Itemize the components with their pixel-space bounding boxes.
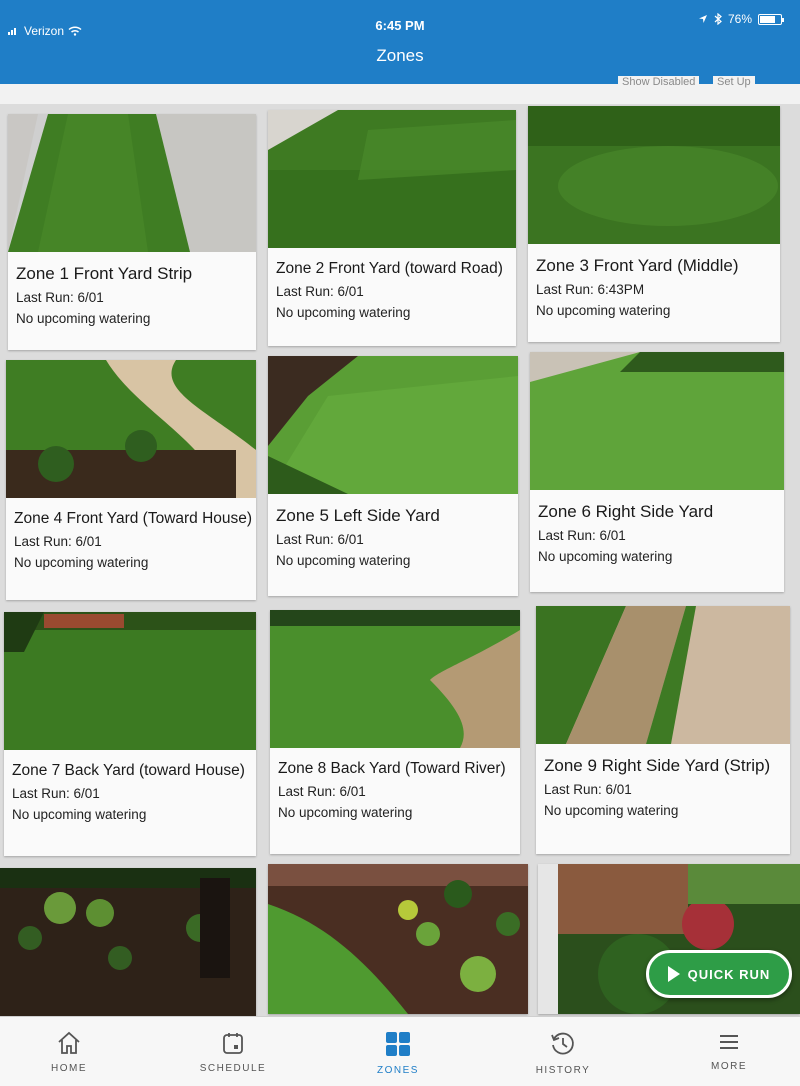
zone-name: Zone 4 Front Yard (Toward House) (14, 510, 253, 527)
zone-last-run: Last Run: 6/01 (14, 534, 102, 549)
zone-upcoming: No upcoming watering (16, 311, 151, 326)
status-right: 76% (698, 12, 784, 26)
zone-card-11[interactable] (268, 864, 528, 1014)
battery-percent: 76% (727, 12, 752, 26)
home-icon (58, 1031, 80, 1054)
zone-photo (268, 864, 528, 1014)
zone-card-2[interactable]: Zone 2 Front Yard (toward Road) Last Run… (268, 110, 516, 346)
zone-last-run: Last Run: 6/01 (16, 290, 104, 305)
tab-zones[interactable]: ZONES (343, 1031, 453, 1076)
zone-upcoming: No upcoming watering (278, 805, 413, 820)
tab-history[interactable]: HISTORY (508, 1031, 618, 1076)
tab-label: SCHEDULE (199, 1063, 267, 1074)
tab-label: HISTORY (535, 1065, 591, 1076)
zone-card-5[interactable]: Zone 5 Left Side Yard Last Run: 6/01 No … (268, 356, 518, 596)
zone-photo (4, 612, 256, 750)
zone-name: Zone 7 Back Yard (toward House) (12, 762, 245, 779)
page-title: Zones (376, 46, 424, 65)
bluetooth-icon (714, 13, 722, 25)
zone-photo (6, 360, 256, 498)
status-time: 6:45 PM (375, 18, 425, 33)
zone-upcoming: No upcoming watering (12, 807, 147, 822)
zone-name: Zone 8 Back Yard (Toward River) (278, 760, 506, 777)
tab-label: ZONES (377, 1065, 419, 1076)
zone-name: Zone 2 Front Yard (toward Road) (276, 260, 503, 277)
zone-card-8[interactable]: Zone 8 Back Yard (Toward River) Last Run… (270, 610, 520, 854)
zone-photo (528, 106, 780, 244)
quick-run-label: QUICK RUN (687, 966, 771, 982)
tab-label: HOME (51, 1063, 87, 1074)
zone-upcoming: No upcoming watering (276, 553, 411, 568)
zone-card-4[interactable]: Zone 4 Front Yard (Toward House) Last Ru… (6, 360, 256, 600)
tab-more[interactable]: MORE (674, 1031, 784, 1072)
zone-name: Zone 6 Right Side Yard (538, 502, 714, 521)
zone-photo (530, 352, 784, 490)
zone-last-run: Last Run: 6/01 (278, 784, 366, 799)
calendar-icon (223, 1033, 243, 1054)
zone-last-run: Last Run: 6/01 (12, 786, 100, 801)
zone-photo (0, 868, 256, 1018)
zone-card-9[interactable]: Zone 9 Right Side Yard (Strip) Last Run:… (536, 606, 790, 854)
battery-icon (758, 13, 784, 25)
zones-grid: Zone 1 Front Yard Strip Last Run: 6/01 N… (0, 100, 800, 1018)
zone-last-run: Last Run: 6/01 (544, 782, 632, 797)
zone-photo (270, 610, 520, 748)
zone-card-6[interactable]: Zone 6 Right Side Yard Last Run: 6/01 No… (530, 352, 784, 592)
zone-upcoming: No upcoming watering (14, 555, 149, 570)
zone-upcoming: No upcoming watering (538, 549, 673, 564)
tab-bar: HOME SCHEDULE ZONES HISTORY MORE (0, 1016, 800, 1086)
quick-run-button[interactable]: QUICK RUN (646, 950, 792, 998)
history-icon (551, 1032, 574, 1055)
grid-icon (386, 1032, 410, 1056)
play-icon (667, 966, 680, 982)
zone-upcoming: No upcoming watering (276, 305, 411, 320)
zone-last-run: Last Run: 6:43PM (536, 282, 645, 297)
zone-name: Zone 5 Left Side Yard (276, 506, 440, 525)
zone-photo (268, 356, 518, 494)
zone-card-1[interactable]: Zone 1 Front Yard Strip Last Run: 6/01 N… (8, 114, 256, 350)
zone-last-run: Last Run: 6/01 (276, 284, 364, 299)
set-up-link[interactable]: Set Up (713, 76, 755, 88)
status-bar: Verizon 6:45 PM 76% (0, 0, 800, 40)
zone-last-run: Last Run: 6/01 (276, 532, 364, 547)
zone-name: Zone 1 Front Yard Strip (16, 264, 193, 283)
zone-photo (8, 114, 256, 252)
tab-schedule[interactable]: SCHEDULE (178, 1031, 288, 1074)
zone-upcoming: No upcoming watering (536, 303, 671, 318)
zone-card-10[interactable] (0, 868, 256, 1018)
zone-card-3[interactable]: Zone 3 Front Yard (Middle) Last Run: 6:4… (528, 106, 780, 342)
tab-label: MORE (711, 1061, 747, 1072)
show-disabled-link[interactable]: Show Disabled (618, 76, 700, 88)
location-icon (698, 15, 707, 23)
zone-name: Zone 3 Front Yard (Middle) (536, 256, 739, 275)
top-bar: Verizon 6:45 PM 76% Zones (0, 0, 800, 84)
zone-last-run: Last Run: 6/01 (538, 528, 626, 543)
tab-home[interactable]: HOME (14, 1031, 124, 1074)
menu-icon (720, 1035, 738, 1049)
zone-upcoming: No upcoming watering (544, 803, 679, 818)
zone-photo (536, 606, 790, 744)
zone-name: Zone 9 Right Side Yard (Strip) (544, 756, 771, 775)
zone-photo (268, 110, 516, 248)
zone-card-7[interactable]: Zone 7 Back Yard (toward House) Last Run… (4, 612, 256, 856)
